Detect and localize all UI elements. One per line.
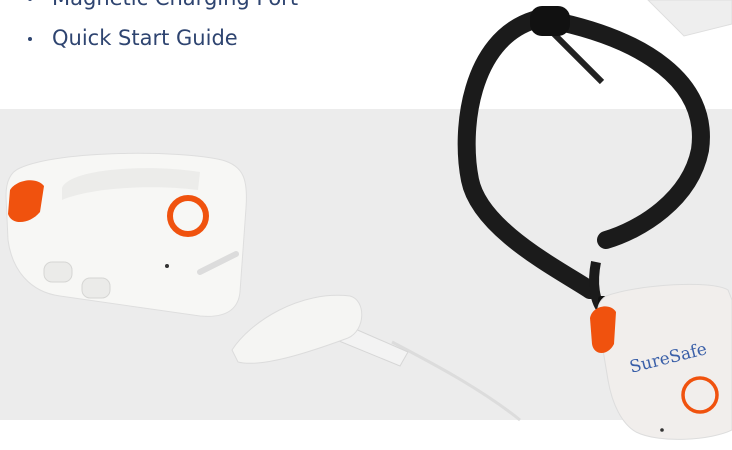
- orange-loop-clip: [590, 306, 616, 353]
- side-button: [43, 261, 73, 283]
- charging-cable: [391, 340, 521, 422]
- lanyard: [457, 6, 710, 316]
- alarm-device-left: [5, 152, 247, 317]
- magnetic-charger-head: [231, 294, 363, 364]
- packaging-box-corner: [647, 0, 732, 37]
- product-photo: [5, 0, 732, 440]
- lanyard-cord-lock: [530, 6, 570, 36]
- side-button: [81, 277, 111, 299]
